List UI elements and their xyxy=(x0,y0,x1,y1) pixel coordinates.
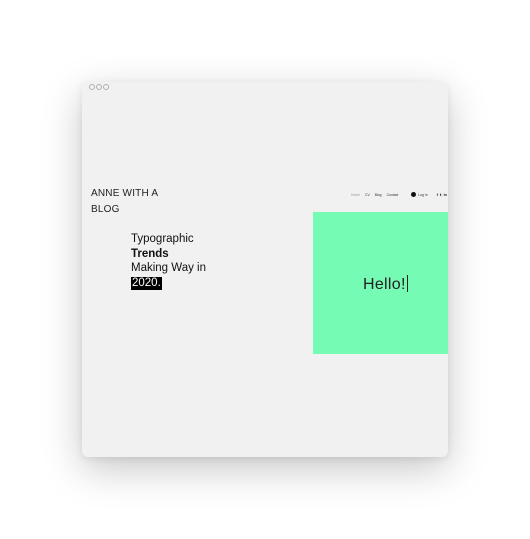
minimize-dot-icon[interactable] xyxy=(96,84,102,90)
hero-greeting-text: Hello! xyxy=(363,276,406,293)
site-title[interactable]: ANNE WITH A BLOG xyxy=(91,186,181,218)
headline-line-3: Making Way in xyxy=(131,262,206,274)
social-bar: f 𝕥 in ◎ xyxy=(437,193,448,197)
maximize-dot-icon[interactable] xyxy=(103,84,109,90)
window-controls xyxy=(89,84,109,90)
twitter-icon[interactable]: 𝕥 xyxy=(440,193,442,197)
headline-line-2: Trends xyxy=(131,247,169,260)
hero-greeting: Hello! xyxy=(363,275,408,294)
nav-item-blog[interactable]: Blog xyxy=(375,193,382,197)
user-avatar-icon xyxy=(411,192,417,197)
close-dot-icon[interactable] xyxy=(89,84,95,90)
login-button[interactable]: Log In xyxy=(411,192,428,197)
post-headline[interactable]: Typographic Trends Making Way in 2020. xyxy=(131,232,206,290)
facebook-icon[interactable]: f xyxy=(437,193,438,197)
text-cursor-icon xyxy=(406,275,408,292)
linkedin-icon[interactable]: in xyxy=(444,193,447,197)
hero-panel: Hello! xyxy=(313,212,448,354)
headline-line-1: Typographic xyxy=(131,233,194,245)
main-nav: Home CV Blog Contact Log In f 𝕥 in ◎ xyxy=(351,192,448,197)
headline-year-highlight: 2020. xyxy=(131,276,162,290)
browser-window: ANNE WITH A BLOG Home CV Blog Contact Lo… xyxy=(82,82,448,457)
login-label: Log In xyxy=(418,192,428,197)
nav-item-home[interactable]: Home xyxy=(351,193,360,197)
nav-item-contact[interactable]: Contact xyxy=(387,193,399,197)
nav-item-cv[interactable]: CV xyxy=(365,193,370,197)
